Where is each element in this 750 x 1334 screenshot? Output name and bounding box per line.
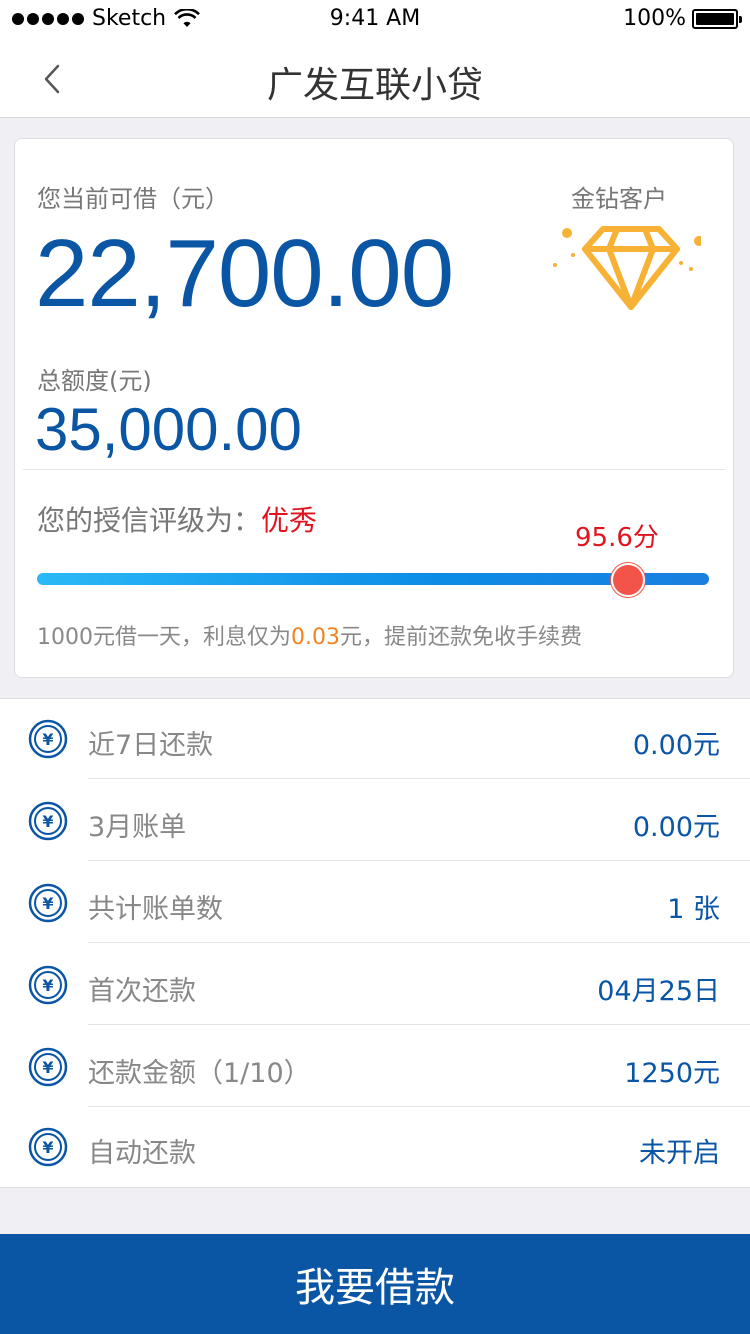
svg-text:¥: ¥	[42, 730, 53, 749]
vip-label: 金钻客户	[571, 185, 667, 213]
interest-tip: 1000元借一天，利息仅为0.03元，提前还款免收手续费	[37, 619, 582, 651]
rating-label: 您的授信评级为：	[37, 504, 262, 537]
rating-row: 您的授信评级为：优秀	[37, 499, 317, 539]
battery-percent: 100%	[623, 6, 686, 31]
yen-icon: ¥	[28, 801, 68, 841]
list-item-value: 1 张	[667, 894, 720, 925]
total-amount: 35,000.00	[35, 396, 302, 463]
available-amount: 22,700.00	[35, 220, 454, 327]
tip-prefix: 1000元借一天，利息仅为	[37, 625, 291, 650]
borrow-button[interactable]: 我要借款	[0, 1234, 750, 1334]
rating-value: 优秀	[261, 504, 318, 537]
svg-text:¥: ¥	[42, 894, 53, 913]
yen-icon: ¥	[28, 965, 68, 1005]
yen-icon: ¥	[28, 719, 68, 759]
list-item[interactable]: ¥ 3月账单 0.00元	[0, 781, 750, 861]
divider	[88, 1024, 750, 1025]
list-item[interactable]: ¥ 还款金额（1/10） 1250元	[0, 1027, 750, 1107]
divider	[88, 942, 750, 943]
battery-icon	[692, 8, 742, 29]
list-item[interactable]: ¥ 共计账单数 1 张	[0, 863, 750, 943]
total-label: 总额度(元)	[37, 367, 152, 395]
divider	[88, 778, 750, 779]
list-item-label: 共计账单数	[88, 894, 223, 925]
list-item-label: 还款金额（1/10）	[88, 1058, 311, 1089]
status-right: 100%	[623, 6, 742, 31]
score-slider-thumb	[611, 563, 646, 597]
list-item-label: 近7日还款	[88, 730, 214, 761]
yen-icon: ¥	[28, 883, 68, 923]
list-item-label: 自动还款	[88, 1138, 196, 1169]
list-item[interactable]: ¥ 近7日还款 0.00元	[0, 699, 750, 779]
repayment-list: ¥ 近7日还款 0.00元 ¥ 3月账单 0.00元 ¥ 共计账单数 1 张 ¥…	[0, 698, 750, 1188]
divider	[88, 860, 750, 861]
credit-card: 您当前可借（元） 22,700.00 金钻客户 总额度(元) 35,000.00…	[14, 138, 734, 678]
list-item-label: 3月账单	[88, 812, 187, 843]
tip-suffix: 元，提前还款免收手续费	[339, 625, 582, 650]
list-item[interactable]: ¥ 自动还款 未开启	[0, 1107, 750, 1187]
list-item[interactable]: ¥ 首次还款 04月25日	[0, 945, 750, 1025]
list-item-value: 04月25日	[597, 976, 720, 1007]
score-text: 95.6分	[575, 523, 659, 553]
list-item-value: 1250元	[624, 1058, 720, 1089]
svg-text:¥: ¥	[42, 976, 53, 995]
yen-icon: ¥	[28, 1127, 68, 1167]
status-bar: Sketch 9:41 AM 100%	[0, 0, 750, 40]
tip-rate: 0.03	[291, 625, 340, 650]
available-label: 您当前可借（元）	[37, 185, 229, 213]
yen-icon: ¥	[28, 1047, 68, 1087]
score-slider-track	[37, 573, 709, 585]
list-item-value: 0.00元	[632, 730, 720, 761]
page-title: 广发互联小贷	[266, 65, 483, 106]
list-item-value: 0.00元	[632, 812, 720, 843]
svg-text:¥: ¥	[42, 1058, 53, 1077]
diamond-icon	[553, 226, 701, 310]
nav-bar: 广发互联小贷	[0, 40, 750, 118]
card-divider	[23, 469, 725, 470]
svg-text:¥: ¥	[42, 1138, 53, 1157]
list-item-label: 首次还款	[88, 976, 196, 1007]
list-item-value: 未开启	[639, 1138, 720, 1169]
svg-text:¥: ¥	[42, 812, 53, 831]
